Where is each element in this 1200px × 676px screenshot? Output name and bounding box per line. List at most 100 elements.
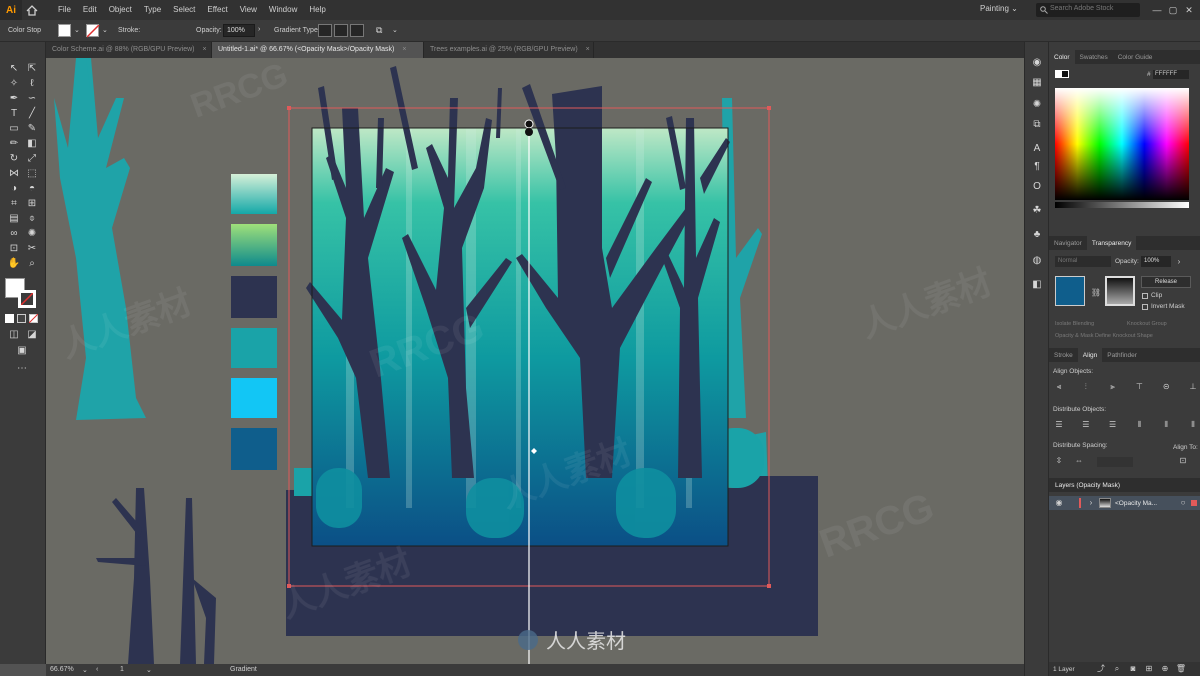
hand-tool-icon[interactable]: ✋ — [6, 257, 22, 271]
color-mode-icon[interactable] — [5, 314, 14, 323]
isolate-blending-label[interactable]: Isolate Blending — [1055, 321, 1094, 327]
export-panel-icon[interactable]: ⧉ — [1030, 118, 1044, 132]
direct-selection-tool-icon[interactable]: ⇱ — [24, 62, 40, 76]
menu-type[interactable]: Type — [138, 0, 167, 20]
tab-swatches[interactable]: Swatches — [1075, 50, 1113, 64]
tab-close-icon[interactable]: × — [586, 46, 590, 53]
fill-swatch[interactable] — [58, 24, 71, 37]
swatch-teal[interactable] — [231, 328, 277, 368]
canvas[interactable]: RRCG RRCG RRCG RRCG 人人素材 人人素材 人人素材 人人素材 … — [46, 58, 1024, 664]
maximize-icon[interactable]: ▢ — [1166, 3, 1180, 17]
arrange-icon[interactable]: ⧉ — [376, 25, 382, 36]
zoom-dropdown-icon[interactable]: ⌄ — [82, 666, 88, 674]
appearance-panel-icon[interactable]: ◍ — [1030, 254, 1044, 268]
paragraph-panel-icon[interactable]: ¶ — [1030, 160, 1044, 174]
swatch-gradient-green[interactable] — [231, 224, 277, 266]
stock-search-input[interactable]: Search Adobe Stock — [1036, 3, 1140, 17]
tab-untitled[interactable]: Untitled-1.ai* @ 66.67% (<Opacity Mask>/… — [212, 42, 424, 58]
draw-mode-icon[interactable]: ◫ — [6, 328, 22, 342]
layer-row[interactable]: ◉ › <Opacity Ma... ○ — [1049, 496, 1200, 510]
distribute-left-icon[interactable]: ⦀ — [1133, 420, 1145, 430]
align-hcenter-icon[interactable]: ⫶ — [1080, 382, 1092, 392]
eyedropper-tool-icon[interactable]: ⌽ — [24, 212, 40, 226]
menu-effect[interactable]: Effect — [201, 0, 233, 20]
tab-close-icon[interactable]: × — [402, 46, 406, 53]
menu-select[interactable]: Select — [167, 0, 201, 20]
home-icon[interactable] — [22, 0, 42, 20]
link-mask-icon[interactable]: ⛓ — [1090, 288, 1102, 298]
color-panel-icon[interactable]: ◉ — [1030, 56, 1044, 70]
gradient-color-stop[interactable] — [525, 128, 533, 136]
align-top-icon[interactable]: ⊤ — [1133, 382, 1145, 392]
character-panel-icon[interactable]: A — [1030, 142, 1044, 156]
arrange-dropdown-icon[interactable]: ⌄ — [392, 26, 398, 34]
width-tool-icon[interactable]: ⋈ — [6, 167, 22, 181]
menu-view[interactable]: View — [234, 0, 263, 20]
zoom-level[interactable]: 66.67% — [50, 666, 74, 673]
distribute-hspace-icon[interactable]: ⇔ — [1073, 456, 1085, 466]
opacity-mask-knockout-label[interactable]: Opacity & Mask Define Knockout Shape — [1055, 333, 1153, 339]
export-icon[interactable]: ⤴ — [1095, 664, 1107, 674]
distribute-right-icon[interactable]: ⦀ — [1187, 420, 1199, 430]
distribute-top-icon[interactable]: ☰ — [1053, 420, 1065, 430]
linear-gradient-button[interactable] — [318, 24, 332, 37]
opacity-field[interactable]: 100% — [223, 24, 255, 37]
swatch-gradient-teal[interactable] — [231, 174, 277, 214]
selection-indicator[interactable] — [1191, 500, 1197, 506]
graphic-styles-panel-icon[interactable]: ◧ — [1030, 278, 1044, 292]
tab-trees-examples[interactable]: Trees examples.ai @ 25% (RGB/GPU Preview… — [424, 42, 594, 58]
slice-tool-icon[interactable]: ✂ — [24, 242, 40, 256]
tab-navigator[interactable]: Navigator — [1049, 236, 1087, 250]
tab-transparency[interactable]: Transparency — [1086, 236, 1137, 250]
color-panel-stroke-icon[interactable] — [1061, 70, 1069, 78]
menu-help[interactable]: Help — [303, 0, 331, 20]
object-thumbnail[interactable] — [1055, 276, 1085, 306]
new-sublayer-icon[interactable]: ⊞ — [1143, 664, 1155, 674]
symbol-sprayer-tool-icon[interactable]: ✺ — [24, 227, 40, 241]
scale-tool-icon[interactable]: ⤢ — [24, 152, 40, 166]
freeform-gradient-button[interactable] — [350, 24, 364, 37]
release-button[interactable]: Release — [1141, 276, 1191, 288]
transparency-opacity-field[interactable]: 100% — [1141, 256, 1171, 267]
menu-window[interactable]: Window — [263, 0, 303, 20]
selection-tool-icon[interactable]: ↖ — [6, 62, 22, 76]
magic-wand-tool-icon[interactable]: ✧ — [6, 77, 22, 91]
tab-color-scheme[interactable]: Color Scheme.ai @ 88% (RGB/GPU Preview) × — [46, 42, 212, 58]
clip-checkbox[interactable] — [1142, 293, 1148, 299]
draw-mode-alt-icon[interactable]: ◪ — [24, 328, 40, 342]
new-layer-icon[interactable]: ⊕ — [1159, 664, 1171, 674]
menu-file[interactable]: File — [52, 0, 77, 20]
lasso-tool-icon[interactable]: ℓ — [24, 77, 40, 91]
swatch-navy[interactable] — [231, 276, 277, 318]
prev-artboard-icon[interactable]: ‹ — [96, 666, 98, 673]
blend-tool-icon[interactable]: ∞ — [6, 227, 22, 241]
close-icon[interactable]: ✕ — [1182, 3, 1196, 17]
none-mode-icon[interactable] — [29, 314, 38, 323]
perspective-grid-tool-icon[interactable]: ⌗ — [6, 197, 22, 211]
pen-tool-icon[interactable]: ✒ — [6, 92, 22, 106]
screen-mode-icon[interactable]: ▣ — [14, 344, 30, 358]
edit-toolbar-icon[interactable]: ⋯ — [14, 362, 30, 376]
workspace-switcher[interactable]: Painting ⌄ — [980, 4, 1018, 13]
layer-name[interactable]: <Opacity Ma... — [1115, 500, 1157, 507]
opacity-mask-thumbnail[interactable] — [1105, 276, 1135, 306]
stroke-swatch[interactable] — [86, 24, 100, 38]
line-tool-icon[interactable]: ╱ — [24, 107, 40, 121]
gradient-tool-icon[interactable]: ▤ — [6, 212, 22, 226]
tab-pathfinder[interactable]: Pathfinder — [1102, 348, 1142, 362]
blend-mode-select[interactable]: Normal — [1055, 256, 1111, 267]
tab-close-icon[interactable]: × — [202, 46, 206, 53]
tab-stroke[interactable]: Stroke — [1049, 348, 1078, 362]
tab-color[interactable]: Color — [1049, 50, 1075, 64]
spacing-field[interactable] — [1097, 457, 1133, 467]
tab-color-guide[interactable]: Color Guide — [1113, 50, 1158, 64]
symbols-panel-icon[interactable]: ♣ — [1030, 228, 1044, 242]
distribute-hcenter-icon[interactable]: ⦀ — [1160, 420, 1172, 430]
artboard-tool-icon[interactable]: ⊡ — [6, 242, 22, 256]
swatches-panel-icon[interactable]: ▦ — [1030, 76, 1044, 90]
grayscale-ramp[interactable] — [1055, 202, 1189, 208]
opentype-panel-icon[interactable]: O — [1030, 180, 1044, 194]
pencil-tool-icon[interactable]: ✏ — [6, 137, 22, 151]
fill-dropdown-icon[interactable]: ⌄ — [74, 26, 80, 34]
radial-gradient-button[interactable] — [334, 24, 348, 37]
